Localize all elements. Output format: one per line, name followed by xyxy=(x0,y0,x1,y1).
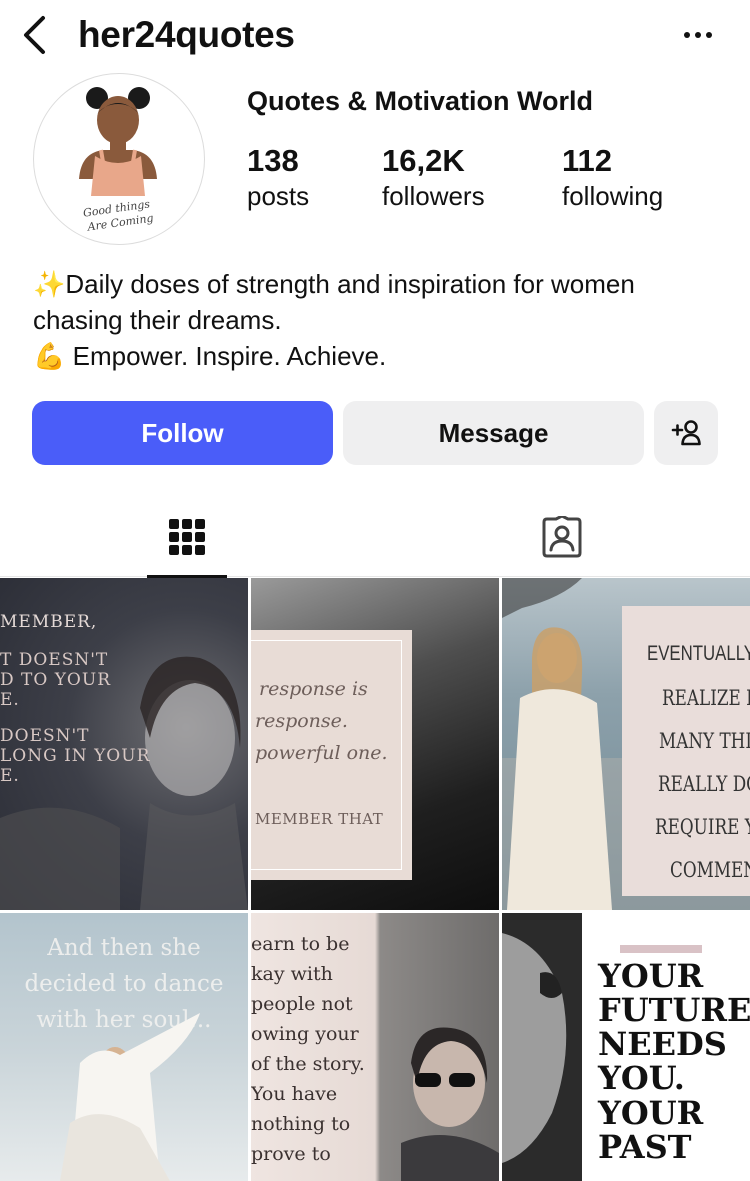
post-thumbnail-6[interactable]: YOUR FUTURE NEEDS YOU. YOUR PAST xyxy=(502,913,750,1181)
post-2-text-4: MEMBER THAT xyxy=(255,810,384,828)
post-1-text-2: T DOESN'T xyxy=(0,650,109,670)
post-1-text-3: D TO YOUR xyxy=(0,670,111,690)
profile-tabs xyxy=(0,497,750,578)
tab-posts-grid[interactable] xyxy=(147,497,227,578)
more-horizontal-icon xyxy=(682,32,715,38)
flexed-biceps-icon: 💪 xyxy=(33,341,66,371)
posts-grid: MEMBER, T DOESN'T D TO YOUR E. DOESN'T L… xyxy=(0,578,750,1181)
post-5-text-1: earn to be xyxy=(251,933,350,955)
post-2-text-1: response is xyxy=(259,678,368,700)
dancer-photo xyxy=(60,1013,200,1181)
post-3-text-2: REALIZE HO xyxy=(662,686,750,710)
avatar[interactable]: Good things Are Coming xyxy=(33,73,205,245)
message-button[interactable]: Message xyxy=(343,401,644,465)
back-button[interactable] xyxy=(14,12,54,58)
post-3-text-5: REQUIRE YO xyxy=(655,815,750,839)
post-thumbnail-3[interactable]: EVENTUALLY REALIZE HO MANY THIN REALLY D… xyxy=(502,578,750,910)
avatar-illustration: Good things Are Coming xyxy=(79,87,157,234)
followers-count: 16,2K xyxy=(382,143,465,178)
following-stat[interactable]: 112 following xyxy=(562,142,663,212)
post-6-text-1: YOUR xyxy=(598,957,704,995)
display-name: Quotes & Motivation World xyxy=(247,86,593,116)
post-1-text-7: E. xyxy=(0,766,20,786)
post-3-text-1: EVENTUALLY xyxy=(647,642,750,665)
post-3-text-3: MANY THIN xyxy=(659,729,750,753)
post-thumbnail-2[interactable]: response is response. powerful one. MEMB… xyxy=(251,578,499,910)
bio-line-2: chasing their dreams. xyxy=(33,305,282,335)
post-3-text-4: REALLY DO xyxy=(658,772,750,796)
sparkles-icon: ✨ xyxy=(33,269,66,299)
post-1-text-6: LONG IN YOUR xyxy=(0,746,151,766)
following-count: 112 xyxy=(562,143,613,178)
chevron-left-icon xyxy=(24,16,45,54)
post-6-accent-bar xyxy=(620,945,702,953)
tagged-person-icon xyxy=(542,516,582,558)
bio: ✨Daily doses of strength and inspiration… xyxy=(33,266,733,374)
post-thumbnail-4[interactable]: And then she decided to dance with her s… xyxy=(0,913,248,1181)
post-5-text-7: nothing to xyxy=(251,1113,351,1135)
post-5-text-3: people not xyxy=(251,993,353,1015)
post-2-text-3: powerful one. xyxy=(255,742,388,764)
post-6-text-3: NEEDS xyxy=(598,1025,727,1063)
post-thumbnail-1[interactable]: MEMBER, T DOESN'T D TO YOUR E. DOESN'T L… xyxy=(0,578,248,910)
post-5-text-6: You have xyxy=(251,1083,338,1105)
post-6-text-5: YOUR xyxy=(598,1094,704,1132)
tab-tagged[interactable] xyxy=(522,497,602,577)
posts-label: posts xyxy=(247,181,310,211)
suggested-accounts-button[interactable] xyxy=(654,401,718,465)
post-5-text-5: of the story. xyxy=(251,1053,365,1075)
post-1-text-1: MEMBER, xyxy=(0,612,98,632)
follow-button[interactable]: Follow xyxy=(32,401,333,465)
followers-stat[interactable]: 16,2K followers xyxy=(382,142,485,212)
following-label: following xyxy=(562,181,664,211)
more-options-button[interactable] xyxy=(676,18,720,52)
post-2-text-2: response. xyxy=(255,710,348,732)
posts-count: 138 xyxy=(247,143,299,178)
post-3-text-6: COMMENT xyxy=(670,858,750,882)
add-person-icon xyxy=(671,420,701,446)
profile-username: her24quotes xyxy=(78,14,295,55)
woman-profile-photo xyxy=(502,913,582,1181)
post-1-text-5: DOESN'T xyxy=(0,726,90,746)
bio-line-1: ✨Daily doses of strength and inspiration… xyxy=(33,269,635,299)
post-6-text-2: FUTURE xyxy=(598,991,750,1029)
post-6-text-6: PAST xyxy=(598,1128,692,1166)
post-thumbnail-5[interactable]: earn to be kay with people not owing you… xyxy=(251,913,499,1181)
post-6-text-4: YOU. xyxy=(598,1059,685,1097)
post-5-text-8: prove to xyxy=(251,1143,331,1165)
top-bar: her24quotes xyxy=(0,0,750,70)
post-5-text-2: kay with xyxy=(251,963,333,985)
followers-label: followers xyxy=(382,181,485,211)
post-1-text-4: E. xyxy=(0,690,20,710)
bio-line-3: 💪 Empower. Inspire. Achieve. xyxy=(33,341,387,371)
grid-icon xyxy=(169,519,205,555)
post-5-text-4: owing your xyxy=(251,1023,359,1045)
posts-stat[interactable]: 138 posts xyxy=(247,142,309,212)
